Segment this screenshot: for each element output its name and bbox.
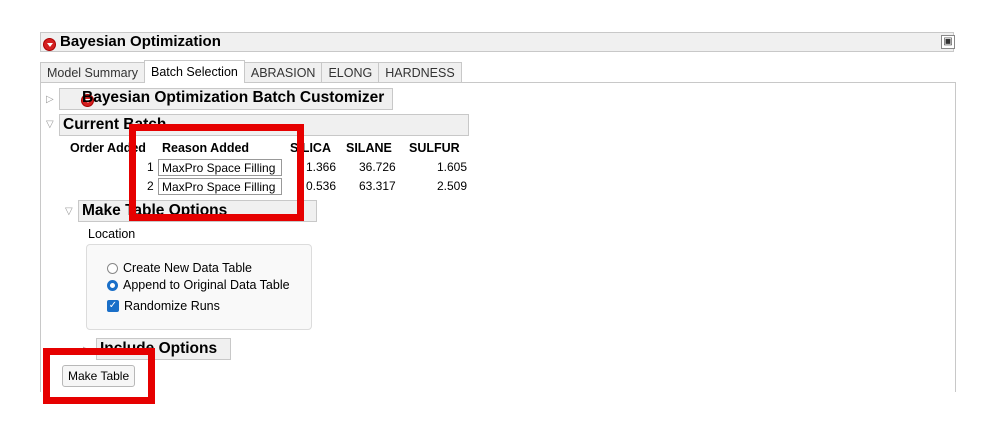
tab-batch-selection[interactable]: Batch Selection <box>144 60 245 83</box>
maximize-icon[interactable]: ▣ <box>941 35 955 49</box>
silane-cell: 36.726 <box>359 160 396 174</box>
option-label: Randomize Runs <box>124 299 220 313</box>
sulfur-cell: 2.509 <box>437 179 468 193</box>
silane-cell: 63.317 <box>359 179 396 193</box>
tab-elong[interactable]: ELONG <box>321 62 380 83</box>
batch-customizer-title: Bayesian Optimization Batch Customizer <box>82 89 385 106</box>
radio-icon[interactable] <box>107 262 118 274</box>
silica-cell: 1.366 <box>306 160 337 174</box>
tab-abrasion[interactable]: ABRASION <box>243 62 323 83</box>
sulfur-cell: 1.605 <box>437 160 468 174</box>
option-label: Append to Original Data Table <box>123 278 290 292</box>
expanded-triangle-icon[interactable]: ▽ <box>46 119 54 130</box>
collapsed-triangle-icon[interactable]: ▷ <box>46 94 54 105</box>
highlight-box-reason-added <box>129 124 304 221</box>
append-table-option[interactable]: Append to Original Data Table <box>107 278 290 292</box>
checkmark-icon[interactable]: ✓ <box>107 300 119 312</box>
tab-hardness[interactable]: HARDNESS <box>378 62 462 83</box>
location-label: Location <box>88 227 136 241</box>
option-label: Create New Data Table <box>123 261 253 275</box>
expanded-triangle-icon[interactable]: ▽ <box>65 206 73 217</box>
create-new-table-option[interactable]: Create New Data Table <box>107 261 252 275</box>
column-header-silane: SILANE <box>346 141 392 155</box>
report-title: Bayesian Optimization <box>60 33 221 50</box>
tab-model-summary[interactable]: Model Summary <box>40 62 145 83</box>
tab-bar: Model Summary Batch Selection ABRASION E… <box>40 60 462 83</box>
randomize-runs-checkbox[interactable]: ✓ Randomize Runs <box>107 299 220 313</box>
radio-selected-icon[interactable] <box>107 279 118 291</box>
silica-cell: 0.536 <box>306 179 337 193</box>
column-header-sulfur: SULFUR <box>409 141 460 155</box>
highlight-box-make-table <box>43 348 155 404</box>
